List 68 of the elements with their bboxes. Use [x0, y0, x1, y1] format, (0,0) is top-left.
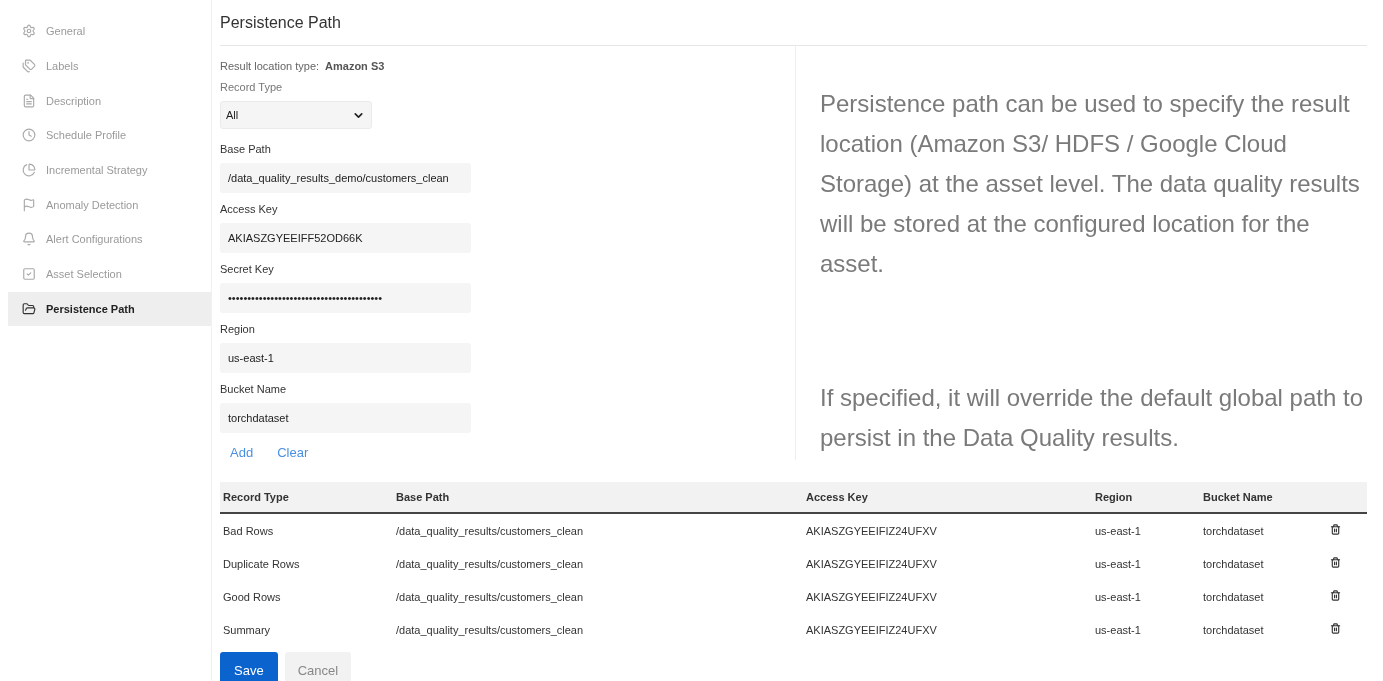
checkbox-icon	[22, 267, 36, 282]
pie-chart-icon	[22, 163, 36, 178]
input-field[interactable]: ••••••••••••••••••••••••••••••••••••••••	[220, 283, 471, 313]
table-cell-text: Summary	[222, 622, 272, 638]
table-cell-text: torchdataset	[1202, 589, 1265, 605]
input-field[interactable]: AKIASZGYEEIFF52OD66K	[220, 223, 471, 253]
sidebar-item[interactable]: Description	[8, 83, 211, 119]
settings-icon	[22, 24, 36, 39]
column-header: Region	[1092, 482, 1200, 513]
link[interactable]: Add	[230, 445, 254, 460]
sidebar-item[interactable]: Labels	[8, 48, 211, 84]
column-header: Record Type	[220, 482, 393, 513]
field-label: Result location type:	[220, 60, 320, 72]
table-cell: torchdataset	[1200, 513, 1327, 547]
input-field[interactable]: torchdataset	[220, 403, 471, 433]
field-label: Access Key	[220, 203, 279, 215]
column-header: Access Key	[803, 482, 1092, 513]
table-cell-text: /data_quality_results/customers_clean	[395, 622, 585, 638]
table-cell-text: torchdataset	[1202, 622, 1265, 638]
table-cell-text: AKIASZGYEEIFIZ24UFXV	[805, 589, 938, 605]
sidebar-item[interactable]: General	[8, 14, 211, 49]
table-cell: AKIASZGYEEIFIZ24UFXV	[803, 513, 1092, 547]
save-button[interactable]: Save	[220, 652, 278, 681]
table-cell: us-east-1	[1092, 513, 1200, 547]
column-header: Bucket Name	[1200, 482, 1327, 513]
sidebar-item[interactable]: Alert Configurations	[8, 222, 211, 257]
trash-icon[interactable]	[1330, 524, 1341, 535]
sidebar-item[interactable]: Asset Selection	[8, 256, 211, 292]
field-label: Secret Key	[220, 263, 275, 275]
input-field[interactable]: /data_quality_results_demo/customers_clean	[220, 163, 471, 193]
help-text: If specified, it will override the default global path to persist in the Data Quality results.	[820, 383, 1364, 453]
record-type-select[interactable]: All	[220, 101, 372, 129]
flag-icon	[22, 197, 36, 212]
tags-icon	[22, 59, 36, 74]
document-icon	[22, 93, 36, 108]
column-header: Base Path	[393, 482, 803, 513]
table-cell: /data_quality_results/customers_clean	[393, 513, 803, 547]
location-type: Amazon S3	[325, 60, 385, 72]
trash-icon[interactable]	[1330, 623, 1341, 634]
table-cell-text: AKIASZGYEEIFIZ24UFXV	[805, 556, 938, 572]
input-field[interactable]: us-east-1	[220, 343, 471, 373]
sidebar-item[interactable]: Schedule Profile	[8, 118, 211, 153]
trash-icon[interactable]	[1330, 557, 1341, 568]
table-cell-text: us-east-1	[1094, 589, 1142, 605]
folder-icon	[22, 301, 36, 316]
field-label: Record Type	[220, 81, 284, 93]
table-cell-text: us-east-1	[1094, 622, 1142, 638]
table-cell-text: /data_quality_results/customers_clean	[395, 556, 585, 572]
sidebar-item[interactable]: Incremental Strategy	[8, 152, 211, 188]
table-cell-text: /data_quality_results/customers_clean	[395, 589, 585, 605]
table-cell-text: us-east-1	[1094, 556, 1142, 572]
table-cell-text: Good Rows	[222, 589, 282, 605]
table-cell: Bad Rows	[220, 513, 393, 547]
link[interactable]: Clear	[277, 445, 309, 460]
clock-icon	[22, 128, 36, 143]
table-cell-text: AKIASZGYEEIFIZ24UFXV	[805, 622, 938, 638]
field-label: Base Path	[220, 143, 272, 155]
cancel-button[interactable]: Cancel	[284, 652, 352, 681]
sidebar-item[interactable]: Persistence Path	[8, 291, 211, 327]
bell-icon	[22, 232, 36, 247]
sidebar-item[interactable]: Anomaly Detection	[8, 187, 211, 223]
field-label: Bucket Name	[220, 383, 288, 395]
page-title: Persistence Path	[220, 0, 1367, 46]
table-cell-text: Duplicate Rows	[222, 556, 301, 572]
trash-icon[interactable]	[1330, 590, 1341, 601]
table-cell-text: torchdataset	[1202, 556, 1265, 572]
field-label: Region	[220, 323, 256, 335]
help-text: Persistence path can be used to specify the result location (Amazon S3/ HDFS / Google Cloud Storage) at the asset level. The data quality results will be stored at the configured location for the asset.	[820, 89, 1361, 279]
